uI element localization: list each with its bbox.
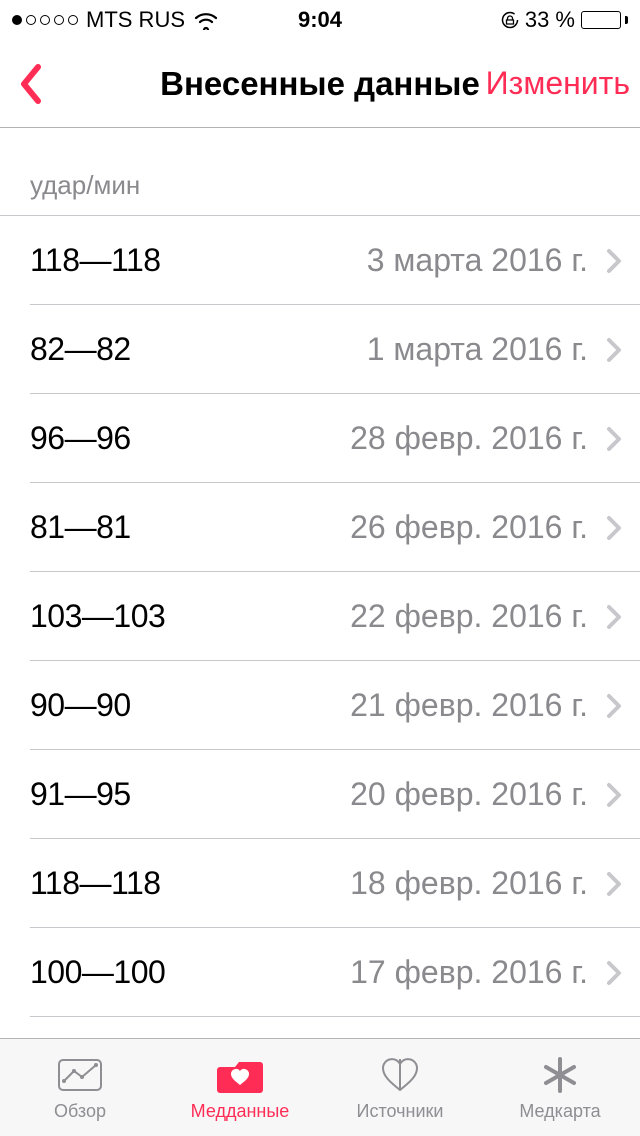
- data-row[interactable]: 81—81 26 февр. 2016 г.: [0, 483, 640, 572]
- row-value: 103—103: [30, 598, 165, 635]
- chevron-right-icon: [606, 426, 622, 452]
- row-value: 118—118: [30, 865, 161, 902]
- orientation-lock-icon: [501, 11, 519, 29]
- row-date: 26 февр. 2016 г.: [350, 509, 588, 546]
- tab-bar: Обзор Медданные Источники Медкарта: [0, 1038, 640, 1136]
- status-bar: MTS RUS 9:04 33 %: [0, 0, 640, 40]
- tab-label: Источники: [357, 1101, 444, 1122]
- row-value: 90—90: [30, 687, 131, 724]
- row-date: 20 февр. 2016 г.: [350, 776, 588, 813]
- data-row[interactable]: 118—118 18 февр. 2016 г.: [0, 839, 640, 928]
- row-date: 18 февр. 2016 г.: [350, 865, 588, 902]
- row-value: 118—118: [30, 242, 161, 279]
- chevron-right-icon: [606, 248, 622, 274]
- tab-label: Обзор: [54, 1101, 106, 1122]
- folder-heart-icon: [216, 1053, 264, 1097]
- row-date: 21 февр. 2016 г.: [350, 687, 588, 724]
- tab-label: Медкарта: [519, 1101, 600, 1122]
- section-header-unit: удар/мин: [0, 128, 640, 216]
- tab-medcard[interactable]: Медкарта: [480, 1039, 640, 1136]
- tab-label: Медданные: [191, 1101, 290, 1122]
- back-button[interactable]: [10, 63, 50, 105]
- edit-button[interactable]: Изменить: [486, 65, 630, 102]
- data-row[interactable]: 103—103 22 февр. 2016 г.: [0, 572, 640, 661]
- carrier-label: MTS RUS: [86, 7, 185, 33]
- row-date: 1 марта 2016 г.: [367, 331, 588, 368]
- row-value: 81—81: [30, 509, 131, 546]
- tab-healthdata[interactable]: Медданные: [160, 1039, 320, 1136]
- nav-bar: Внесенные данные Изменить: [0, 40, 640, 128]
- chevron-right-icon: [606, 960, 622, 986]
- chevron-right-icon: [606, 693, 622, 719]
- data-row[interactable]: 118—118 3 марта 2016 г.: [0, 216, 640, 305]
- tab-sources[interactable]: Источники: [320, 1039, 480, 1136]
- data-list: 118—118 3 марта 2016 г. 82—82 1 марта 20…: [0, 216, 640, 1017]
- battery-percent: 33 %: [525, 7, 575, 33]
- chevron-right-icon: [606, 871, 622, 897]
- row-date: 28 февр. 2016 г.: [350, 420, 588, 457]
- chevron-left-icon: [18, 63, 42, 105]
- row-value: 100—100: [30, 954, 165, 991]
- chevron-right-icon: [606, 337, 622, 363]
- row-value: 96—96: [30, 420, 131, 457]
- asterisk-icon: [536, 1053, 584, 1097]
- status-right: 33 %: [501, 7, 628, 33]
- heart-outline-icon: [376, 1053, 424, 1097]
- chevron-right-icon: [606, 604, 622, 630]
- chevron-right-icon: [606, 515, 622, 541]
- data-row[interactable]: 82—82 1 марта 2016 г.: [0, 305, 640, 394]
- page-title: Внесенные данные: [160, 65, 480, 103]
- status-left: MTS RUS: [12, 7, 219, 33]
- row-value: 91—95: [30, 776, 131, 813]
- tab-overview[interactable]: Обзор: [0, 1039, 160, 1136]
- signal-strength-icon: [12, 15, 78, 25]
- row-date: 22 февр. 2016 г.: [350, 598, 588, 635]
- chart-line-icon: [56, 1053, 104, 1097]
- wifi-icon: [193, 10, 219, 30]
- data-row[interactable]: 100—100 17 февр. 2016 г.: [0, 928, 640, 1017]
- battery-icon: [581, 11, 628, 29]
- row-date: 17 февр. 2016 г.: [350, 954, 588, 991]
- data-row[interactable]: 90—90 21 февр. 2016 г.: [0, 661, 640, 750]
- row-value: 82—82: [30, 331, 131, 368]
- row-date: 3 марта 2016 г.: [367, 242, 588, 279]
- data-row[interactable]: 96—96 28 февр. 2016 г.: [0, 394, 640, 483]
- data-row[interactable]: 91—95 20 февр. 2016 г.: [0, 750, 640, 839]
- chevron-right-icon: [606, 782, 622, 808]
- clock: 9:04: [298, 7, 342, 33]
